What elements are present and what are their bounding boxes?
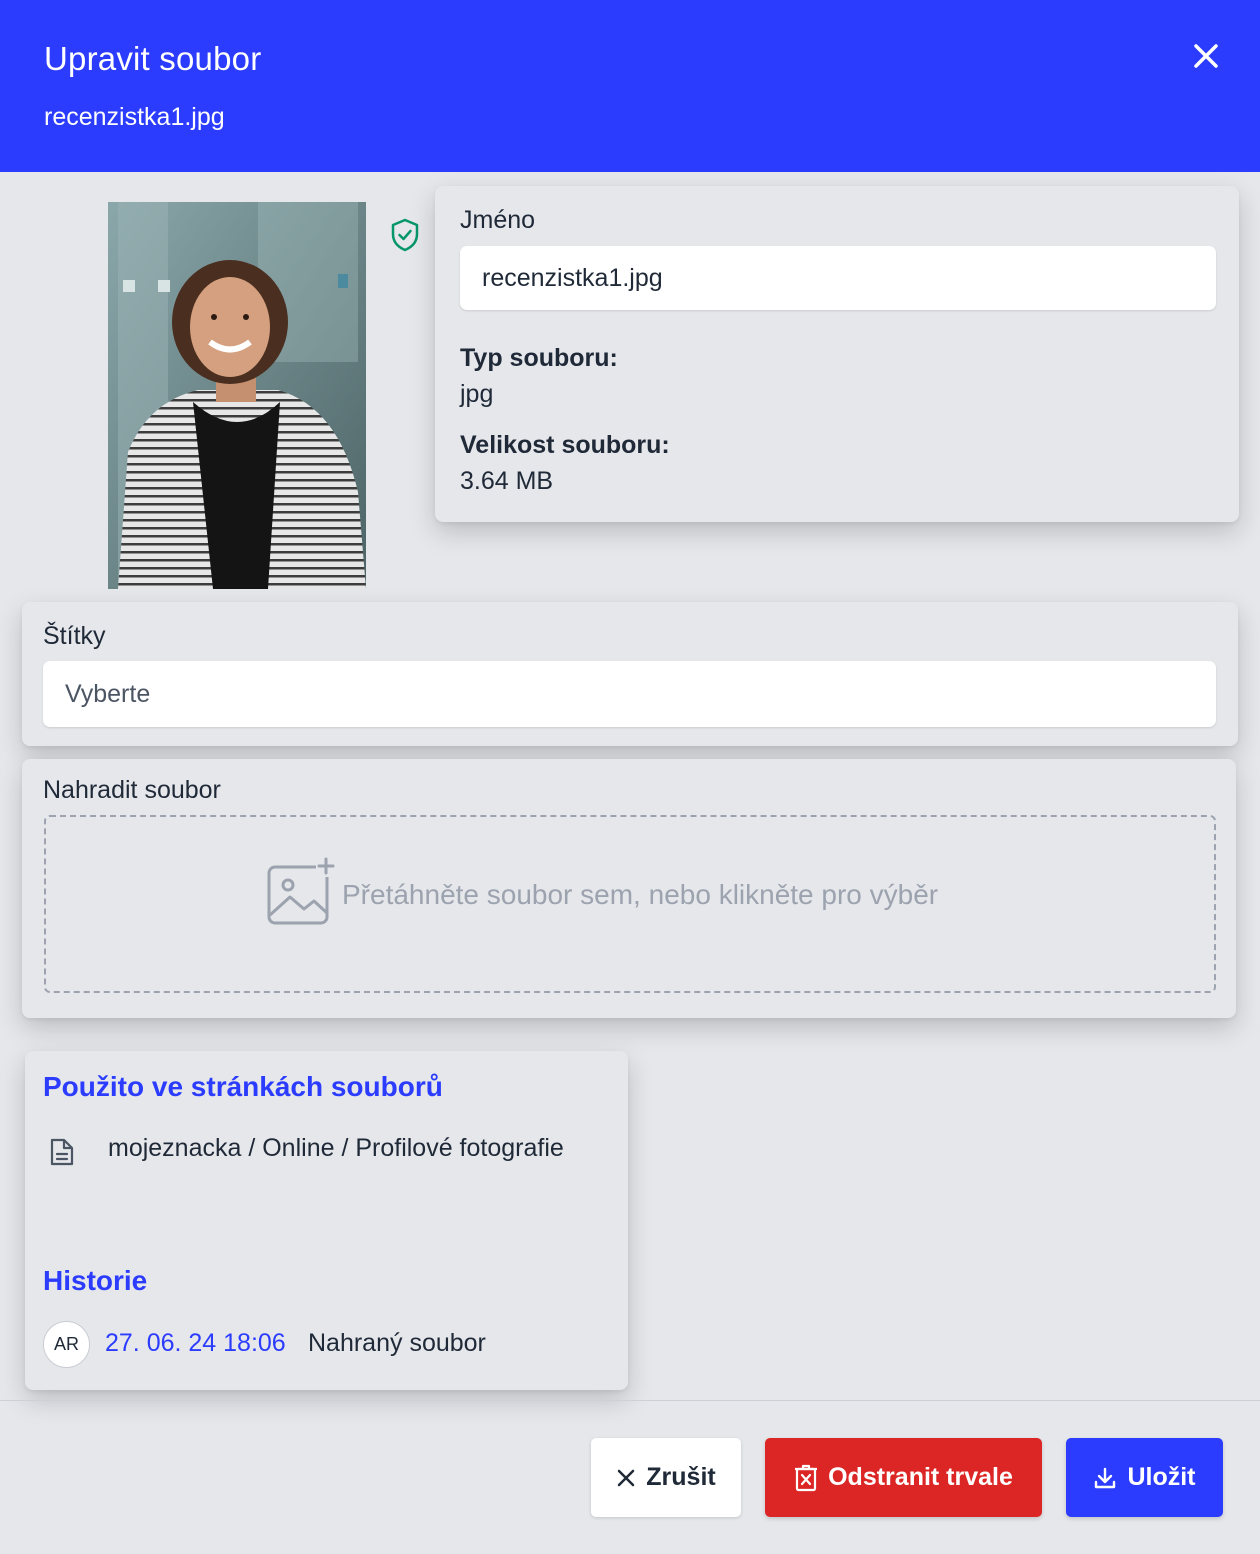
tags-select[interactable]: Vyberte: [43, 661, 1216, 727]
delete-button-label: Odstranit trvale: [828, 1463, 1013, 1491]
history-title: Historie: [43, 1265, 148, 1296]
file-size-value: 3.64 MB: [460, 467, 554, 495]
file-name-subtitle: recenzistka1.jpg: [44, 103, 225, 131]
close-icon: [616, 1468, 646, 1488]
document-icon: [49, 1137, 75, 1167]
replace-file-card: Nahradit soubor Přetáhněte soubor sem, n…: [22, 759, 1236, 1018]
file-type-label: Typ souboru:: [460, 344, 618, 372]
modal-header: Upravit soubor recenzistka1.jpg: [0, 0, 1260, 172]
file-type-value: jpg: [460, 380, 494, 408]
avatar: AR: [43, 1321, 90, 1368]
replace-file-label: Nahradit soubor: [43, 776, 221, 804]
save-button-label: Uložit: [1127, 1463, 1196, 1491]
dropzone-text: Přetáhněte soubor sem, nebo klikněte pro…: [342, 879, 939, 910]
usage-history-card: Použito ve stránkách souborů mojeznacka …: [25, 1051, 628, 1390]
file-info-card: Jméno recenzistka1.jpg Typ souboru: jpg …: [435, 186, 1239, 522]
history-date: 27. 06. 24 18:06: [105, 1329, 286, 1357]
history-action: Nahraný soubor: [308, 1329, 486, 1357]
modal-title: Upravit soubor: [44, 40, 262, 77]
usage-title: Použito ve stránkách souborů: [43, 1071, 443, 1102]
tags-card: Štítky Vyberte: [22, 602, 1238, 746]
file-size-label: Velikost souboru:: [460, 431, 670, 459]
trash-icon: [794, 1464, 828, 1492]
footer-divider: [0, 1400, 1260, 1401]
save-button[interactable]: Uložit: [1066, 1438, 1223, 1517]
close-icon[interactable]: [1186, 36, 1226, 76]
tags-label: Štítky: [43, 622, 106, 650]
cancel-button[interactable]: Zrušit: [591, 1438, 741, 1517]
cancel-button-label: Zrušit: [646, 1463, 716, 1491]
download-icon: [1093, 1466, 1127, 1490]
usage-item-link[interactable]: mojeznacka / Online / Profilové fotograf…: [108, 1134, 564, 1163]
delete-permanently-button[interactable]: Odstranit trvale: [765, 1438, 1042, 1517]
image-add-icon: [266, 857, 336, 927]
name-label: Jméno: [460, 206, 536, 234]
shield-check-icon: [390, 218, 420, 252]
file-preview-image: [108, 202, 366, 589]
name-input[interactable]: recenzistka1.jpg: [460, 246, 1216, 310]
